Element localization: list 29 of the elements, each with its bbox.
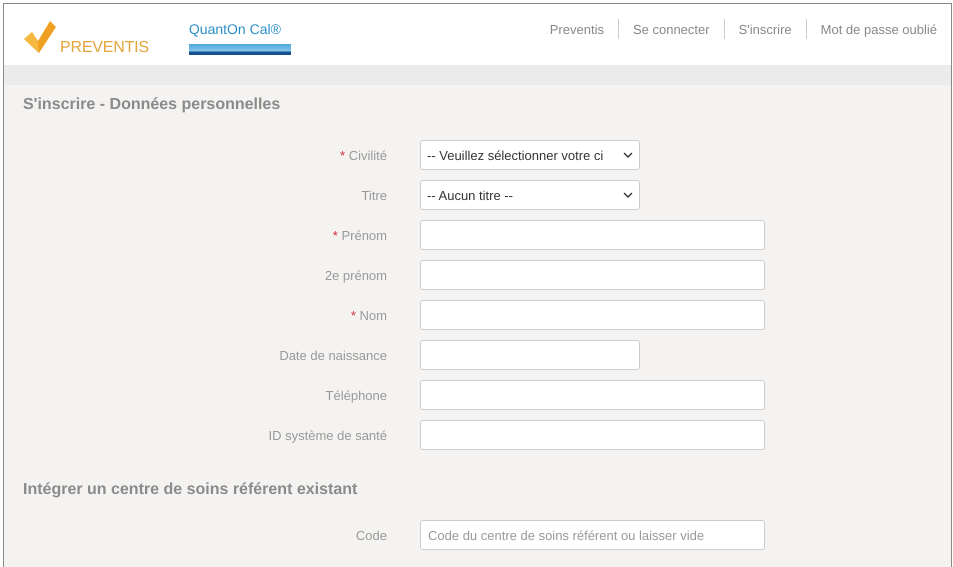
dropdown[interactable]: -- Aucun titre -- [420,180,640,210]
field-label: Code [356,528,387,542]
field-label: * Nom [350,308,387,322]
section-title: S'inscrire - Données personnelles [23,95,282,115]
field-label: * Prénom [332,228,387,242]
field-label: Date de naissance [279,348,387,362]
brand-name: PREVENTIS [60,39,149,57]
input-field[interactable] [420,380,765,410]
input-field[interactable]: Code du centre de soins référent ou laisser vide [420,520,765,550]
field-label: 2e prénom [324,268,387,282]
input-field[interactable] [420,220,765,250]
field-label: * Civilité [340,148,387,162]
caret-icon [623,152,633,158]
date-field[interactable] [420,340,640,370]
input-field[interactable] [420,260,765,290]
field-label: Titre [361,188,387,202]
field-label: Téléphone [326,388,387,402]
nav-link[interactable]: S'inscrire [738,22,792,36]
field-label: ID système de santé [268,428,387,442]
nav-link[interactable]: Se connecter [632,22,710,36]
section-title: Intégrer un centre de soins référent existant [23,480,358,500]
nav-link[interactable]: Preventis [550,22,604,36]
input-field[interactable] [420,420,765,450]
input-field[interactable] [420,300,765,330]
product-name: QuantOn Cal® [188,21,282,37]
dropdown[interactable]: -- Veuillez sélectionner votre ci [420,140,640,170]
nav-link[interactable]: Mot de passe oublié [820,22,937,36]
checkmark-logo-icon [22,19,56,55]
caret-icon [623,192,633,198]
